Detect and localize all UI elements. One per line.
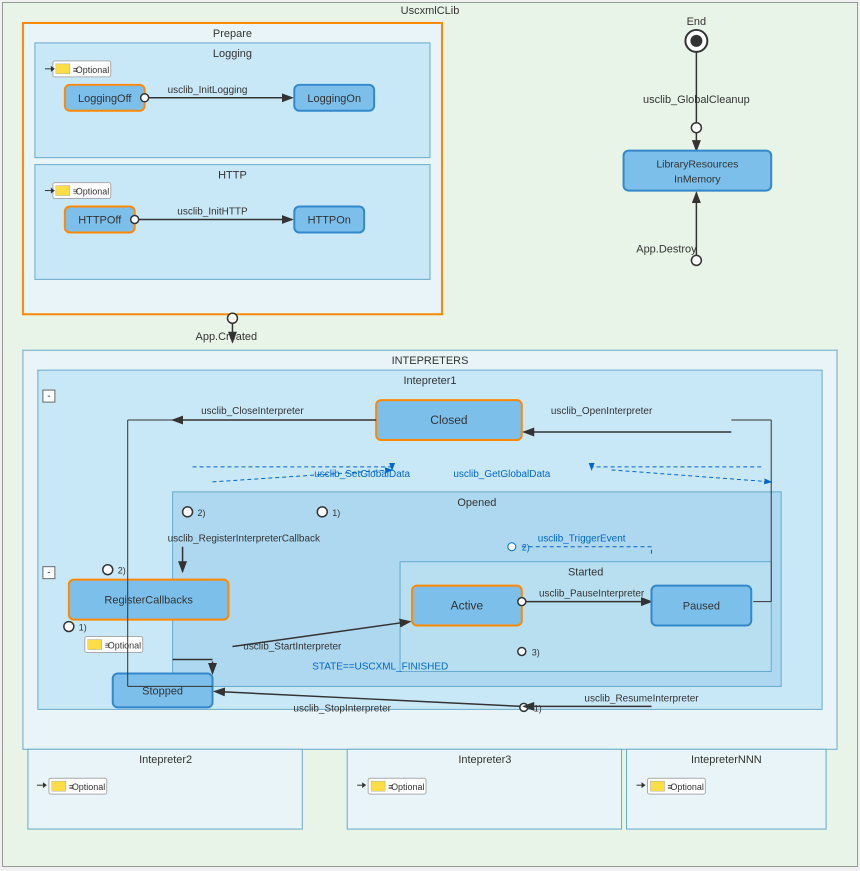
svg-text:usclib_RegisterInterpreterCall: usclib_RegisterInterpreterCallback <box>168 534 320 545</box>
svg-text:≡: ≡ <box>667 782 672 792</box>
svg-text:usclib_CloseInterpreter: usclib_CloseInterpreter <box>201 406 304 417</box>
svg-text:usclib_InitHTTP: usclib_InitHTTP <box>177 207 248 218</box>
svg-text:1): 1) <box>332 508 340 518</box>
svg-text:1): 1) <box>79 623 87 633</box>
svg-text:LibraryResources: LibraryResources <box>656 160 738 171</box>
svg-text:2): 2) <box>118 566 126 576</box>
svg-text:3): 3) <box>532 647 540 657</box>
svg-text:Prepare: Prepare <box>213 28 252 40</box>
svg-text:HTTP: HTTP <box>218 170 247 182</box>
svg-text:STATE==USCXML_FINISHED: STATE==USCXML_FINISHED <box>312 661 448 672</box>
svg-text:Paused: Paused <box>683 601 720 613</box>
svg-text:-: - <box>366 760 369 771</box>
svg-text:Closed: Closed <box>430 413 467 427</box>
svg-text:usclib_TriggerEvent: usclib_TriggerEvent <box>538 534 626 545</box>
svg-text:LoggingOff: LoggingOff <box>78 93 132 105</box>
svg-text:2): 2) <box>198 508 206 518</box>
svg-text:usclib_StartInterpreter: usclib_StartInterpreter <box>243 642 342 653</box>
svg-text:≡: ≡ <box>388 782 393 792</box>
svg-text:Optional: Optional <box>76 65 109 75</box>
svg-text:Stopped: Stopped <box>142 685 183 697</box>
svg-text:RegisterCallbacks: RegisterCallbacks <box>104 595 193 607</box>
svg-text:usclib_PauseInterpreter: usclib_PauseInterpreter <box>539 589 645 600</box>
svg-text:≡: ≡ <box>73 65 78 75</box>
svg-text:App.Destroy: App.Destroy <box>636 243 697 255</box>
svg-text:App.Created: App.Created <box>196 331 258 343</box>
svg-text:-: - <box>47 391 50 402</box>
svg-text:1): 1) <box>534 703 542 713</box>
svg-text:INTEPRETERS: INTEPRETERS <box>392 355 469 367</box>
svg-text:Intepreter2: Intepreter2 <box>139 754 192 766</box>
svg-text:usclib_ResumeInterpreter: usclib_ResumeInterpreter <box>584 693 699 704</box>
svg-text:Optional: Optional <box>108 641 141 651</box>
svg-text:HTTPOff: HTTPOff <box>78 214 122 226</box>
svg-text:Optional: Optional <box>72 782 105 792</box>
svg-text:2): 2) <box>522 543 530 553</box>
svg-text:Intepreter1: Intepreter1 <box>403 375 456 387</box>
svg-text:usclib_OpenInterpreter: usclib_OpenInterpreter <box>551 406 653 417</box>
svg-text:usclib_GlobalCleanup: usclib_GlobalCleanup <box>643 94 750 106</box>
main-container: UscxmlCLib Prepare Logging ≡ Optional Lo… <box>2 2 858 867</box>
svg-text:≡: ≡ <box>69 782 74 792</box>
svg-text:-: - <box>47 568 50 579</box>
main-title: UscxmlCLib <box>3 3 857 19</box>
svg-text:Optional: Optional <box>391 782 424 792</box>
svg-text:HTTPOn: HTTPOn <box>308 214 351 226</box>
svg-text:Optional: Optional <box>76 187 109 197</box>
svg-text:≡: ≡ <box>73 187 78 197</box>
svg-text:usclib_InitLogging: usclib_InitLogging <box>168 85 248 96</box>
svg-text:-: - <box>47 760 50 771</box>
svg-text:IntepreterNNN: IntepreterNNN <box>691 754 762 766</box>
svg-text:Started: Started <box>568 567 603 579</box>
svg-text:InMemory: InMemory <box>674 175 721 186</box>
svg-text:usclib_GetGlobalData: usclib_GetGlobalData <box>453 469 550 480</box>
svg-text:-: - <box>641 760 644 771</box>
svg-text:usclib_SetGlobalData: usclib_SetGlobalData <box>314 469 410 480</box>
svg-text:Intepreter3: Intepreter3 <box>458 754 511 766</box>
svg-text:Opened: Opened <box>457 497 496 509</box>
svg-text:Logging: Logging <box>213 48 252 60</box>
svg-text:LoggingOn: LoggingOn <box>307 93 361 105</box>
svg-text:Optional: Optional <box>670 782 703 792</box>
svg-text:usclib_StopInterpreter: usclib_StopInterpreter <box>293 703 391 714</box>
svg-text:≡: ≡ <box>105 641 110 651</box>
svg-text:Active: Active <box>451 599 484 613</box>
